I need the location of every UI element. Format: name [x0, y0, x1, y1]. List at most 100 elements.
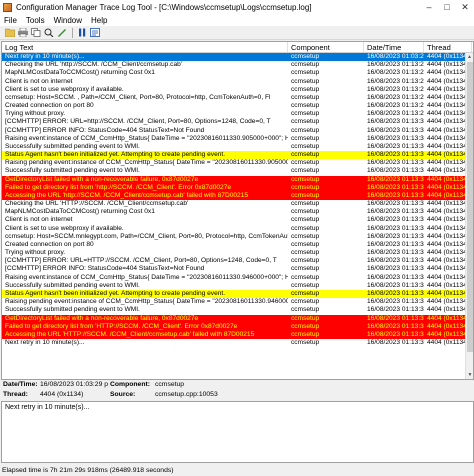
menu-help[interactable]: Help [91, 16, 107, 25]
log-row[interactable]: [CCMHTTP] ERROR INFO: StatusCode=404 Sta… [2, 127, 473, 135]
log-row[interactable] [2, 372, 473, 379]
log-row[interactable]: Status Agent hasn't been initialized yet… [2, 289, 473, 299]
log-text-cell [2, 372, 288, 379]
minimize-button[interactable]: – [420, 0, 438, 14]
log-row[interactable]: MapNLMCostDataToCCMCost() returning Cost… [2, 208, 473, 216]
open-folder-icon[interactable] [4, 27, 15, 38]
log-text-cell: [CCMHTTP] ERROR INFO: StatusCode=404 Sta… [5, 126, 205, 134]
log-row[interactable]: Successfully submitted pending event to … [2, 306, 473, 314]
log-row[interactable]: Next retry in 10 minute(s)... ccmsetup 16/… [2, 339, 473, 347]
log-row[interactable] [2, 355, 473, 363]
log-text-cell: [CCMHTTP] ERROR: URL=HTTP://SCCM. /CCM_C… [5, 257, 277, 265]
title-bar: Configuration Manager Trace Log Tool - [… [0, 0, 474, 14]
log-row[interactable]: Trying without proxy. ccmsetup 16/08/2023 … [2, 249, 473, 257]
vertical-scrollbar[interactable]: ▲ ▼ [465, 53, 473, 379]
menu-file[interactable]: File [4, 16, 17, 25]
log-row[interactable] [2, 347, 473, 355]
filter-icon[interactable] [89, 27, 100, 38]
log-row[interactable]: GetDirectoryList failed with a non-recov… [2, 175, 473, 184]
message-box[interactable]: Next retry in 10 minute(s)... [1, 401, 474, 463]
log-text-cell: Raising event:instance of CCM_CcmHttp_St… [5, 273, 288, 281]
log-row[interactable]: Raising event:instance of CCM_CcmHttp_St… [2, 274, 473, 282]
source-value: ccmsetup.cpp:10053 [155, 391, 218, 398]
log-row[interactable]: Trying without proxy. ccmsetup 16/08/2023 … [2, 110, 473, 118]
print-icon[interactable] [17, 27, 28, 38]
log-row[interactable]: Failed to get directory list from 'HTTP:… [2, 322, 473, 331]
log-row[interactable]: Raising pending event:instance of CCM_Cc… [2, 298, 473, 306]
column-header-datetime[interactable]: Date/Time [364, 42, 424, 52]
find-icon[interactable] [43, 27, 54, 38]
pause-icon[interactable] [76, 27, 87, 38]
log-row[interactable]: Raising pending event:instance of CCM_Cc… [2, 159, 473, 167]
log-row[interactable]: [CCMHTTP] ERROR INFO: StatusCode=404 Sta… [2, 265, 473, 273]
log-text-cell: MapNLMCostDataToCCMCost() returning Cost… [5, 208, 155, 216]
menu-tools[interactable]: Tools [26, 16, 45, 25]
column-header-thread[interactable]: Thread [424, 42, 472, 52]
log-text-cell: Checking the URL 'http://SCCM. /CCM_Clie… [5, 61, 183, 69]
log-row[interactable]: MapNLMCostDataToCCMCost() returning Cost… [2, 69, 473, 77]
log-row[interactable]: Accessing the URL 'http://SCCM. /CCM_Cli… [2, 191, 473, 201]
log-text-cell: Next retry in 10 minute(s)... [5, 53, 85, 60]
datetime-cell: 16/08/2023 01:13:30 [367, 232, 424, 240]
highlight-icon[interactable] [56, 27, 67, 38]
component-cell: ccmsetup [291, 151, 320, 159]
scroll-up-icon[interactable]: ▲ [466, 53, 473, 61]
log-row[interactable]: Client is not on internet ccmsetup 16/08/2… [2, 78, 473, 86]
log-text-cell: Failed to get directory list from 'HTTP:… [5, 322, 238, 330]
column-header-log-text[interactable]: Log Text [2, 42, 288, 52]
log-text-cell: Failed to get directory list from 'http:… [5, 183, 232, 191]
log-row[interactable]: ccmsetup: Host=SCCM.mnlegypt.com, Path=/… [2, 233, 473, 241]
datetime-cell: 16/08/2023 01:13:30 [367, 151, 424, 159]
log-row[interactable]: Next retry in 10 minute(s)... ccmsetup 16/… [2, 53, 473, 62]
component-cell [288, 347, 364, 355]
maximize-button[interactable]: □ [438, 0, 456, 14]
datetime-cell: 16/08/2023 01:13:30 [367, 200, 424, 208]
datetime-cell: 16/08/2023 01:13:30 [367, 240, 424, 248]
log-row[interactable]: GetDirectoryList failed with a non-recov… [2, 314, 473, 323]
datetime-value: 16/08/2023 01:03:29 p [40, 381, 109, 388]
log-row[interactable]: Client is set to use webproxy if availab… [2, 225, 473, 233]
log-row[interactable]: Checking the URL 'http://SCCM. /CCM_Clie… [2, 61, 473, 69]
component-label: Component: [110, 381, 151, 388]
list-header: Log Text Component Date/Time Thread [2, 42, 473, 53]
log-row[interactable]: Created connection on port 80 ccmsetup 16/… [2, 241, 473, 249]
copy-icon[interactable] [30, 27, 41, 38]
close-button[interactable]: ✕ [456, 0, 474, 14]
log-list[interactable]: Log Text Component Date/Time Thread Next… [1, 41, 474, 380]
datetime-cell: 16/08/2023 01:13:30 [367, 142, 424, 150]
status-bar: Elapsed time is 7h 21m 29s 918ms (26489.… [0, 465, 474, 476]
menu-bar: File Tools Window Help [0, 14, 474, 26]
scrollbar-thumb[interactable] [467, 62, 473, 352]
thread-label: Thread: [3, 391, 28, 398]
component-cell: ccmsetup [291, 249, 320, 257]
log-row[interactable]: Client is not on internet ccmsetup 16/08/2… [2, 216, 473, 224]
log-row[interactable]: Successfully submitted pending event to … [2, 282, 473, 290]
log-row[interactable]: Created connection on port 80 ccmsetup 16/… [2, 102, 473, 110]
log-row[interactable] [2, 364, 473, 372]
log-row[interactable]: ccmsetup: Host=SCCM. , Path=/CCM_Client,… [2, 94, 473, 102]
log-row[interactable]: Raising event:instance of CCM_CcmHttp_St… [2, 135, 473, 143]
log-row[interactable]: Checking the URL 'HTTP://SCCM. /CCM_Clie… [2, 200, 473, 208]
datetime-cell: 16/08/2023 01:13:30 [367, 298, 424, 306]
datetime-cell: 16/08/2023 01:13:30 [367, 175, 424, 183]
datetime-cell: 16/08/2023 01:13:30 [367, 289, 424, 297]
log-row[interactable]: Status Agent hasn't been initialized yet… [2, 151, 473, 160]
log-text-cell: Next retry in 10 minute(s)... [5, 339, 85, 347]
log-row[interactable]: Client is set to use webproxy if availab… [2, 86, 473, 94]
menu-window[interactable]: Window [54, 16, 82, 25]
log-row[interactable]: Successfully submitted pending event to … [2, 143, 473, 151]
scroll-down-icon[interactable]: ▼ [466, 371, 473, 379]
log-row[interactable]: Failed to get directory list from 'http:… [2, 183, 473, 192]
log-text-cell: ccmsetup: Host=SCCM.mnlegypt.com, Path=/… [5, 232, 288, 240]
log-row[interactable]: Successfully submitted pending event to … [2, 167, 473, 175]
log-row[interactable]: Accessing the URL 'HTTP://SCCM. /CCM_Cli… [2, 330, 473, 340]
log-row[interactable]: [CCMHTTP] ERROR: URL=HTTP://SCCM. /CCM_C… [2, 257, 473, 265]
column-header-component[interactable]: Component [288, 42, 364, 52]
component-cell: ccmsetup [291, 273, 320, 281]
log-text-cell [2, 364, 288, 372]
log-row[interactable]: [CCMHTTP] ERROR: URL=http://SCCM. /CCM_C… [2, 118, 473, 126]
log-text-cell: Successfully submitted pending event to … [5, 167, 140, 175]
component-cell: ccmsetup [291, 224, 320, 232]
component-cell [288, 364, 364, 372]
log-text-cell: Status Agent hasn't been initialized yet… [5, 151, 226, 159]
